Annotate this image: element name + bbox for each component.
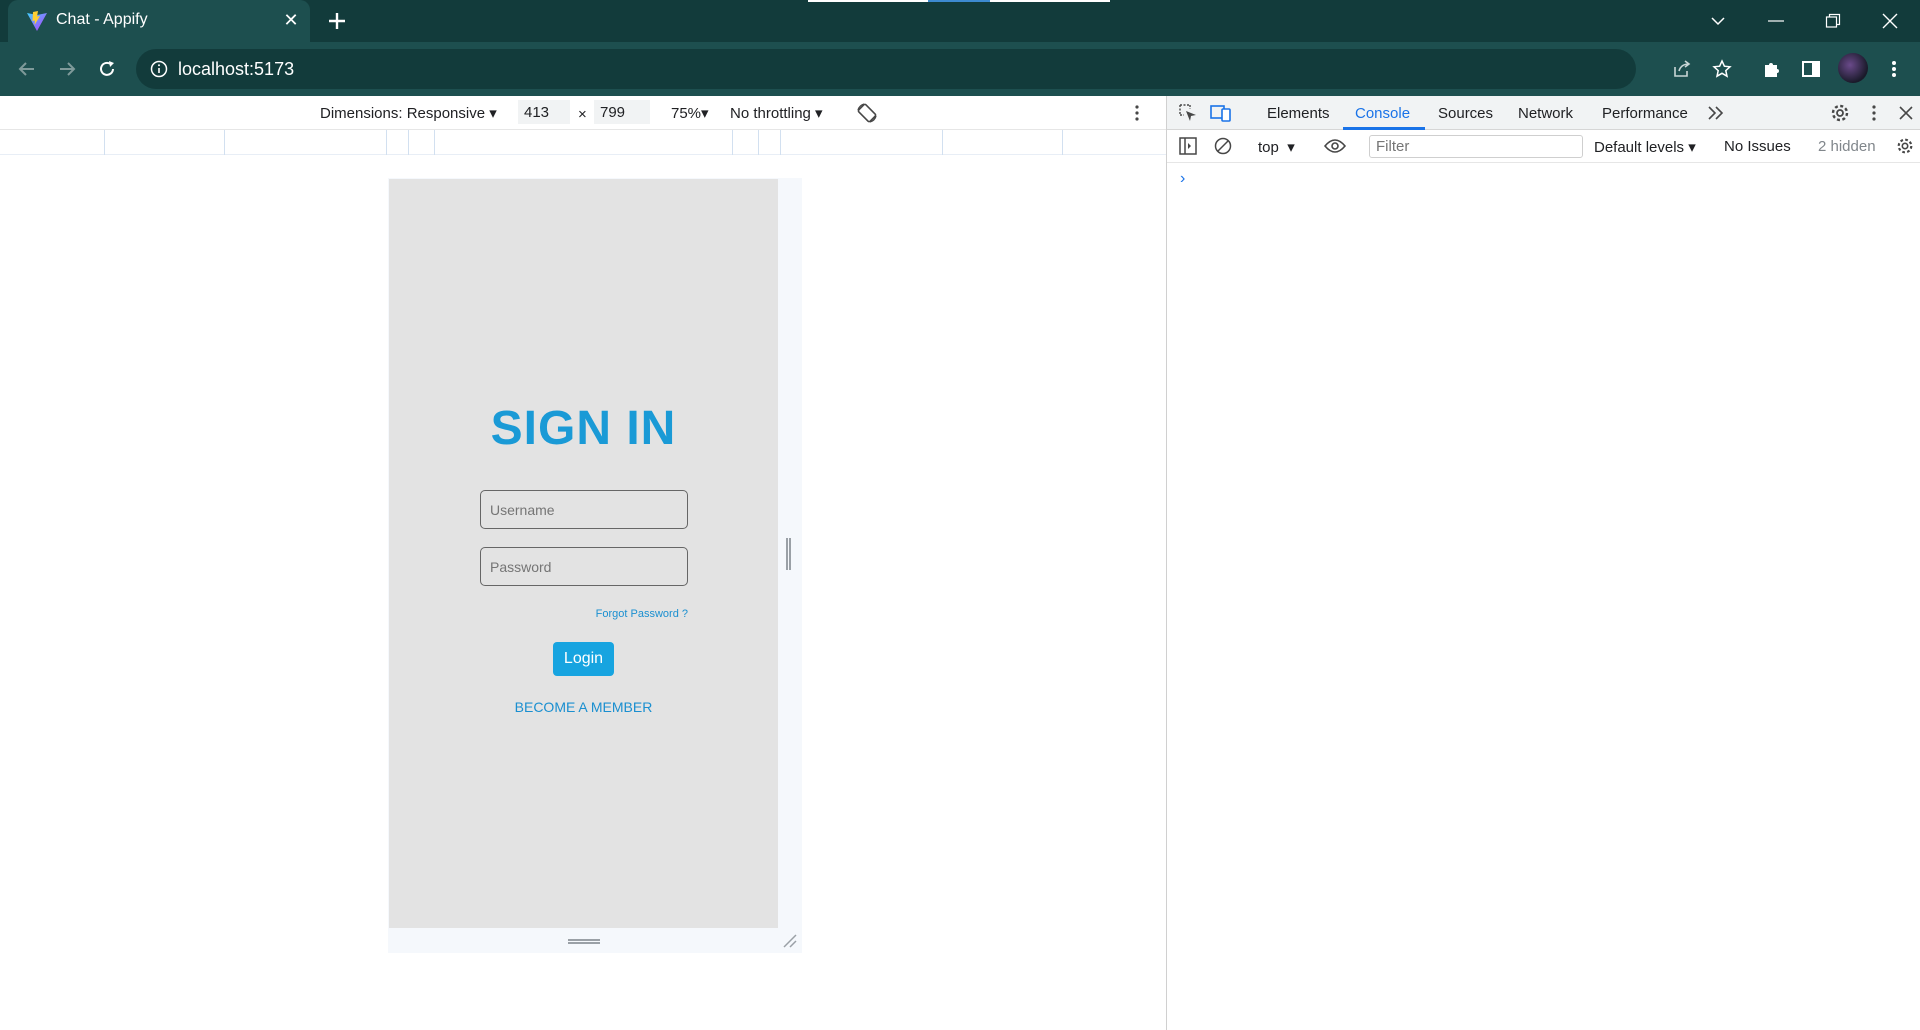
ruler-mark [408, 130, 409, 155]
browser-toolbar: localhost:5173 [0, 42, 1920, 96]
resize-handle-bottom[interactable] [568, 939, 600, 944]
device-toolbar: Dimensions: Responsive ▾ × 75%▾ No throt… [0, 96, 1166, 130]
address-bar[interactable]: localhost:5173 [136, 49, 1732, 89]
clear-icon[interactable] [1212, 135, 1234, 157]
resize-handle-corner[interactable] [781, 932, 799, 950]
width-input[interactable] [518, 100, 570, 124]
password-input[interactable] [480, 547, 688, 586]
ruler-mark [104, 130, 105, 155]
throttling-dropdown[interactable]: No throttling ▾ [730, 104, 823, 122]
zoom-dropdown[interactable]: 75%▾ [671, 104, 709, 122]
close-icon[interactable]: ✕ [280, 9, 302, 31]
ruler-mark [758, 130, 759, 155]
ruler-mark [942, 130, 943, 155]
tab-indicator-accent [928, 0, 990, 2]
more-tabs-icon[interactable] [1705, 102, 1727, 124]
caret-down-icon: ▾ [701, 105, 709, 122]
restore-icon[interactable] [1819, 8, 1847, 34]
levels-label: Default levels [1594, 139, 1685, 156]
devtools-tabbar: Elements Console Sources Network Perform… [1167, 96, 1920, 130]
forward-icon[interactable] [54, 56, 80, 82]
url-text: localhost:5173 [178, 59, 295, 79]
issues-button[interactable]: No Issues [1724, 138, 1791, 155]
tab-network[interactable]: Network [1518, 105, 1573, 122]
inspect-icon[interactable] [1177, 102, 1199, 124]
ruler-mark [1062, 130, 1063, 155]
ruler-mark [224, 130, 225, 155]
dimension-separator: × [578, 106, 587, 123]
sidebar-toggle-icon[interactable] [1177, 135, 1199, 157]
throttling-label: No throttling [730, 105, 811, 122]
sidepanel-icon[interactable] [1797, 55, 1825, 83]
dimensions-dropdown[interactable]: Dimensions: Responsive ▾ [320, 104, 497, 122]
avatar[interactable] [1838, 53, 1868, 83]
hidden-count: 2 hidden [1818, 138, 1876, 155]
reload-icon[interactable] [94, 56, 120, 82]
kebab-icon[interactable] [1880, 55, 1908, 83]
devtools-kebab-icon[interactable] [1863, 102, 1885, 124]
tab-elements[interactable]: Elements [1267, 105, 1330, 122]
close-window-icon[interactable] [1876, 8, 1904, 34]
minimize-icon[interactable] [1762, 8, 1790, 34]
devtools-close-icon[interactable] [1895, 102, 1917, 124]
rotate-icon[interactable] [856, 102, 878, 124]
browser-titlebar: Chat - Appify ✕ [0, 0, 1920, 42]
context-dropdown[interactable]: top ▾ [1258, 138, 1295, 156]
caret-down-icon: ▾ [1287, 139, 1295, 156]
device-icon[interactable] [1210, 102, 1232, 124]
gear-icon[interactable] [1829, 102, 1851, 124]
become-member-link[interactable]: BECOME A MEMBER [389, 699, 778, 715]
console-prompt[interactable]: › [1180, 170, 1185, 188]
ruler-mark [780, 130, 781, 155]
tab-console[interactable]: Console [1355, 105, 1410, 122]
ruler-mark [732, 130, 733, 155]
eye-icon[interactable] [1324, 135, 1346, 157]
chevron-down-icon[interactable] [1704, 8, 1732, 34]
ruler-mark [386, 130, 387, 155]
levels-dropdown[interactable]: Default levels ▾ [1594, 138, 1696, 156]
extensions-icon[interactable] [1758, 55, 1786, 83]
tab-title: Chat - Appify [56, 11, 148, 28]
login-button[interactable]: Login [553, 642, 614, 676]
height-input[interactable] [594, 100, 650, 124]
caret-down-icon: ▾ [489, 105, 497, 122]
devtools-panel: Elements Console Sources Network Perform… [1166, 96, 1920, 1030]
device-toolbar-more-icon[interactable] [1126, 102, 1148, 124]
signin-page: SIGN IN Forgot Password ? Login BECOME A… [389, 179, 778, 928]
share-icon[interactable] [1668, 55, 1696, 83]
caret-down-icon: ▾ [815, 105, 823, 122]
console-toolbar: top ▾ Default levels ▾ No Issues 2 hidde… [1167, 130, 1920, 163]
resize-handle-right[interactable] [786, 538, 791, 570]
tab-performance[interactable]: Performance [1602, 105, 1688, 122]
star-icon[interactable] [1708, 55, 1736, 83]
vite-favicon [27, 11, 47, 31]
browser-tab[interactable]: Chat - Appify ✕ [8, 0, 310, 42]
username-input[interactable] [480, 490, 688, 529]
dimensions-label: Dimensions: Responsive [320, 105, 486, 122]
caret-down-icon: ▾ [1688, 139, 1696, 156]
zoom-label: 75% [671, 105, 702, 122]
context-label: top [1258, 139, 1279, 156]
tab-sources[interactable]: Sources [1438, 105, 1493, 122]
console-settings-gear-icon[interactable] [1894, 135, 1916, 157]
info-icon[interactable] [150, 60, 168, 78]
forgot-password-link[interactable]: Forgot Password ? [587, 608, 688, 620]
back-icon[interactable] [14, 56, 40, 82]
page-title: SIGN IN [490, 402, 677, 455]
media-query-ruler[interactable] [0, 130, 1166, 155]
ruler-mark [434, 130, 435, 155]
filter-input[interactable] [1369, 135, 1583, 158]
plus-icon[interactable] [324, 8, 350, 34]
